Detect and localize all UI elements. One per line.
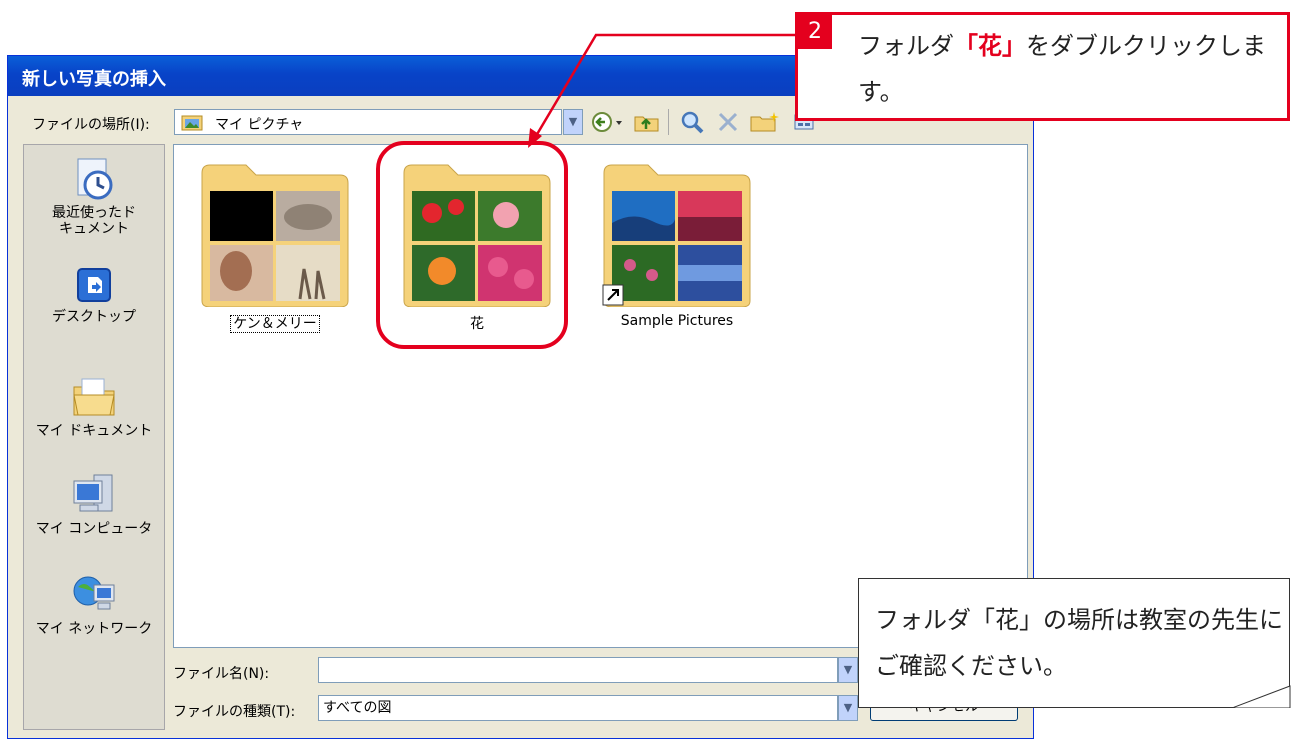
place-my-documents[interactable]: マイ ドキュメント — [24, 373, 164, 439]
dialog-title: 新しい写真の挿入 — [22, 69, 166, 90]
place-label-my-computer: マイ コンピュータ — [35, 521, 153, 537]
folder-thumbnail-icon — [201, 164, 349, 308]
filename-label: ファイル名(N): — [173, 666, 270, 682]
folder-thumbnail-icon — [602, 164, 751, 308]
place-desktop[interactable]: デスクトップ — [24, 263, 164, 325]
folder-sample-pictures[interactable]: Sample Pictures — [602, 161, 752, 329]
search-web-button[interactable] — [678, 109, 708, 135]
my-pictures-icon — [181, 115, 203, 131]
new-folder-button[interactable] — [748, 109, 782, 135]
places-bar: 最近使ったド キュメント デスクトップ マイ ドキュメント マイ コンピュータ … — [23, 144, 165, 730]
magnifier-icon — [681, 111, 704, 134]
note-page-curl — [1232, 685, 1291, 708]
folder-name: 花 — [470, 316, 484, 332]
place-label-my-documents: マイ ドキュメント — [35, 423, 153, 439]
folder-thumbnail-icon — [403, 164, 551, 308]
folder-name: Sample Pictures — [620, 313, 734, 329]
new-folder-icon — [750, 112, 779, 132]
filetype-select[interactable]: すべての図 — [318, 695, 838, 721]
filetype-label: ファイルの種類(T): — [173, 704, 296, 720]
back-button[interactable] — [590, 109, 624, 135]
my-network-icon — [73, 576, 115, 610]
folder-name: ケン＆メリー — [200, 313, 350, 333]
step-instruction: フォルダ「花」をダブルクリックします。 — [858, 32, 1266, 106]
desktop-icon — [77, 268, 111, 302]
step-number-badge: 2 — [798, 15, 832, 49]
step-callout: 2 フォルダ「花」をダブルクリックします。 — [795, 12, 1290, 121]
recent-documents-icon — [77, 158, 113, 200]
filetype-dropdown-button[interactable]: ▼ — [838, 695, 858, 721]
location-dropdown-button[interactable]: ▼ — [563, 109, 583, 135]
place-label-desktop: デスクトップ — [52, 309, 136, 325]
delete-button[interactable] — [714, 109, 742, 135]
file-list-view: ケン＆メリー 花 Sample Pictures — [173, 144, 1028, 648]
place-my-network[interactable]: マイ ネットワーク — [24, 571, 164, 637]
delete-x-icon — [718, 112, 738, 132]
toolbar-separator — [668, 109, 672, 135]
folder-up-icon — [634, 116, 659, 132]
folder-ken-mary[interactable]: ケン＆メリー — [200, 161, 350, 333]
back-arrow-icon — [592, 112, 622, 132]
filename-input[interactable] — [318, 657, 838, 683]
my-documents-icon — [73, 378, 115, 416]
note-text: フォルダ「花」の場所は教室の先生にご確認ください。 — [875, 606, 1283, 680]
my-computer-icon — [73, 474, 113, 512]
up-one-level-button[interactable] — [632, 109, 662, 135]
location-combo[interactable]: マイ ピクチャ — [174, 109, 562, 135]
filename-dropdown-button[interactable]: ▼ — [838, 657, 858, 683]
place-recent-documents[interactable]: 最近使ったド キュメント — [24, 155, 164, 237]
place-label-recent: 最近使ったド キュメント — [52, 205, 136, 237]
location-value: マイ ピクチャ — [215, 117, 304, 133]
location-label: ファイルの場所(I): — [32, 117, 150, 133]
place-label-my-network: マイ ネットワーク — [35, 621, 153, 637]
folder-hana[interactable]: 花 — [402, 161, 552, 332]
note-callout: フォルダ「花」の場所は教室の先生にご確認ください。 — [858, 578, 1290, 708]
place-my-computer[interactable]: マイ コンピュータ — [24, 471, 164, 537]
